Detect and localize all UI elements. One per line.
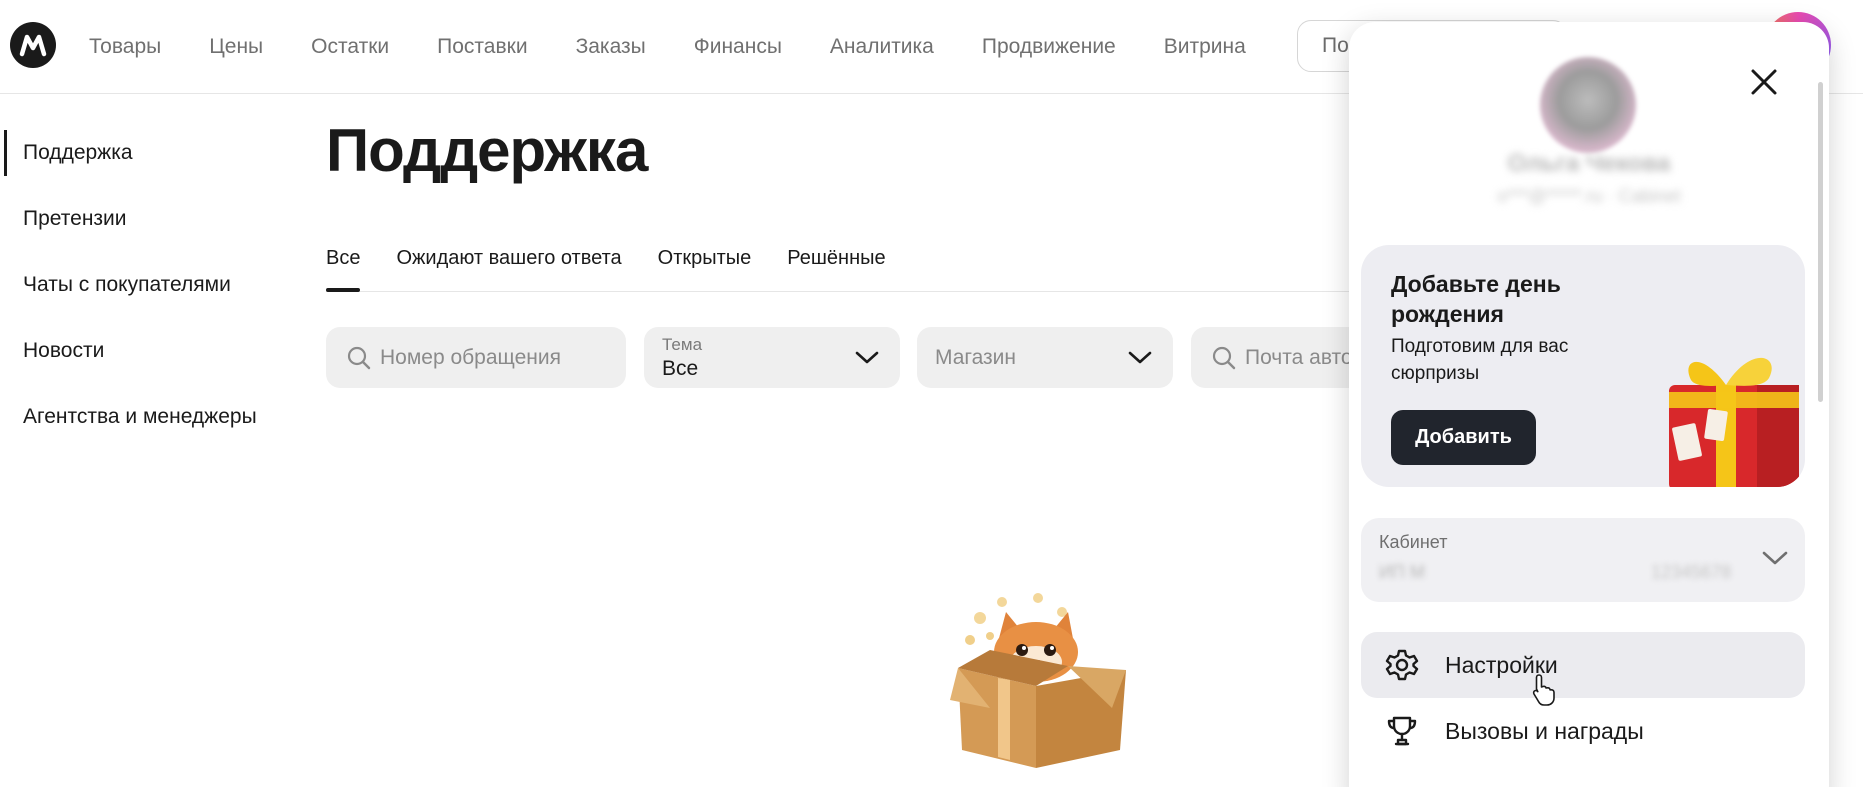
market-logo-icon[interactable] (10, 22, 56, 68)
tab-open[interactable]: Открытые (658, 230, 752, 286)
tab-all[interactable]: Все (326, 230, 361, 292)
cabinet-label: Кабинет (1379, 532, 1448, 552)
tab-bar: Все Ожидают вашего ответа Открытые Решён… (326, 230, 1376, 292)
chevron-down-icon (1127, 347, 1153, 373)
main-nav: Товары Цены Остатки Поставки Заказы Фина… (89, 0, 1246, 94)
avatar (1540, 57, 1636, 153)
search-icon (346, 345, 372, 377)
sidebar: Поддержка Претензии Чаты с покупателями … (0, 94, 290, 450)
nav-item-orders[interactable]: Заказы (576, 35, 646, 59)
hand-pointer-cursor-icon (1531, 673, 1557, 712)
tab-resolved[interactable]: Решённые (787, 230, 885, 286)
request-number-search-input[interactable]: Номер обращения (326, 327, 626, 388)
rewards-label: Вызовы и награды (1445, 717, 1644, 744)
nav-item-analytics[interactable]: Аналитика (830, 35, 934, 59)
gift-box-icon (1661, 340, 1805, 487)
cabinet-select[interactable]: Кабинет ИП М 12345678 (1361, 518, 1805, 602)
nav-item-goods[interactable]: Товары (89, 35, 161, 59)
nav-item-prices[interactable]: Цены (209, 35, 263, 59)
store-select[interactable]: Магазин (917, 327, 1173, 388)
sidebar-item-support[interactable]: Поддержка (0, 120, 290, 186)
page-title: Поддержка (326, 117, 648, 184)
sidebar-item-news[interactable]: Новости (0, 318, 290, 384)
chevron-down-icon (1761, 548, 1789, 573)
store-select-placeholder: Магазин (935, 345, 1017, 369)
cabinet-value: ИП М (1379, 562, 1425, 582)
popup-scrollbar[interactable] (1818, 82, 1823, 402)
user-name: Ольга Чекова (1507, 150, 1671, 177)
close-icon[interactable] (1744, 62, 1784, 102)
trophy-icon (1385, 714, 1419, 754)
nav-item-supplies[interactable]: Поставки (437, 35, 527, 59)
birthday-promo-card: Добавьте день рождения Подготовим для ва… (1361, 245, 1805, 487)
nav-item-finance[interactable]: Финансы (694, 35, 782, 59)
tab-awaiting-reply[interactable]: Ожидают вашего ответа (396, 230, 621, 286)
nav-item-showcase[interactable]: Витрина (1164, 35, 1246, 59)
cabinet-id: 12345678 (1651, 562, 1732, 582)
nav-item-promotion[interactable]: Продвижение (982, 35, 1116, 59)
account-popup: Ольга Чекова o***@*****.ru · Cabinet Доб… (1349, 22, 1829, 787)
topic-select-value: Все (662, 357, 699, 380)
cat-in-box-illustration (950, 590, 1134, 770)
promo-subtitle: Подготовим для вас сюрпризы (1391, 336, 1569, 384)
author-email-search-input[interactable]: Почта автора (1191, 327, 1356, 388)
gear-icon (1385, 648, 1419, 688)
sidebar-item-agencies[interactable]: Агентства и менеджеры (0, 384, 290, 450)
sidebar-item-buyer-chats[interactable]: Чаты с покупателями (0, 252, 290, 318)
request-number-placeholder: Номер обращения (380, 345, 561, 369)
menu-item-settings[interactable]: Настройки (1361, 632, 1805, 698)
add-birthday-button[interactable]: Добавить (1391, 410, 1536, 465)
user-login: o***@*****.ru · Cabinet (1497, 186, 1681, 206)
topic-select-label: Тема (662, 335, 703, 354)
nav-item-stock[interactable]: Остатки (311, 35, 389, 59)
menu-item-rewards[interactable]: Вызовы и награды (1361, 698, 1805, 764)
chevron-down-icon (854, 347, 880, 373)
promo-title: Добавьте день рождения (1391, 271, 1561, 327)
topic-select[interactable]: Тема Все (644, 327, 900, 388)
author-email-placeholder: Почта автора (1245, 345, 1356, 369)
sidebar-item-claims[interactable]: Претензии (0, 186, 290, 252)
search-icon (1211, 345, 1237, 377)
filter-bar: Номер обращения Тема Все Магазин Почта а… (326, 327, 1356, 388)
